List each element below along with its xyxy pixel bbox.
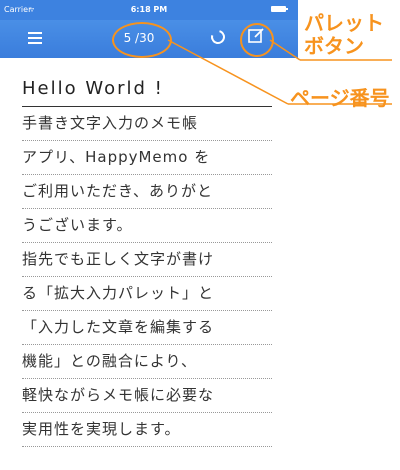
memo-line: うございます。	[22, 209, 272, 243]
memo-line: 機能」との融合により、	[22, 345, 272, 379]
memo-line: る「拡大入力パレット」と	[22, 277, 272, 311]
phone-screen: Carrier ▿ 6:18 PM 5 /30 Hello World ! 手書…	[0, 0, 298, 470]
memo-line: ご利用いただき、ありがと	[22, 175, 272, 209]
clock-label: 6:18 PM	[130, 5, 168, 14]
memo-line: 「入力した文章を編集する	[22, 311, 272, 345]
page-number-callout: ページ番号	[290, 86, 390, 110]
status-bar: Carrier ▿ 6:18 PM	[0, 0, 298, 20]
palette-callout-line2: ボタン	[304, 34, 364, 58]
menu-icon[interactable]	[28, 32, 42, 44]
memo-line: 実用性を実現します。	[22, 413, 272, 447]
palette-button-highlight	[240, 23, 274, 57]
memo-line: 指先でも正しく文字が書け	[22, 243, 272, 277]
memo-line: アプリ、HappyMemo を	[22, 141, 272, 175]
memo-line: 軽快ながらメモ帳に必要な	[22, 379, 272, 413]
memo-line: 手書き文字入力のメモ帳	[22, 107, 272, 141]
sync-icon[interactable]	[208, 27, 228, 47]
palette-callout-line1: パレット	[304, 11, 384, 35]
memo-content[interactable]: Hello World ! 手書き文字入力のメモ帳 アプリ、HappyMemo …	[22, 72, 272, 447]
memo-title: Hello World !	[22, 72, 272, 107]
palette-button-callout: パレット ボタン	[304, 12, 384, 58]
page-counter-highlight	[112, 22, 172, 58]
battery-icon	[271, 6, 288, 12]
